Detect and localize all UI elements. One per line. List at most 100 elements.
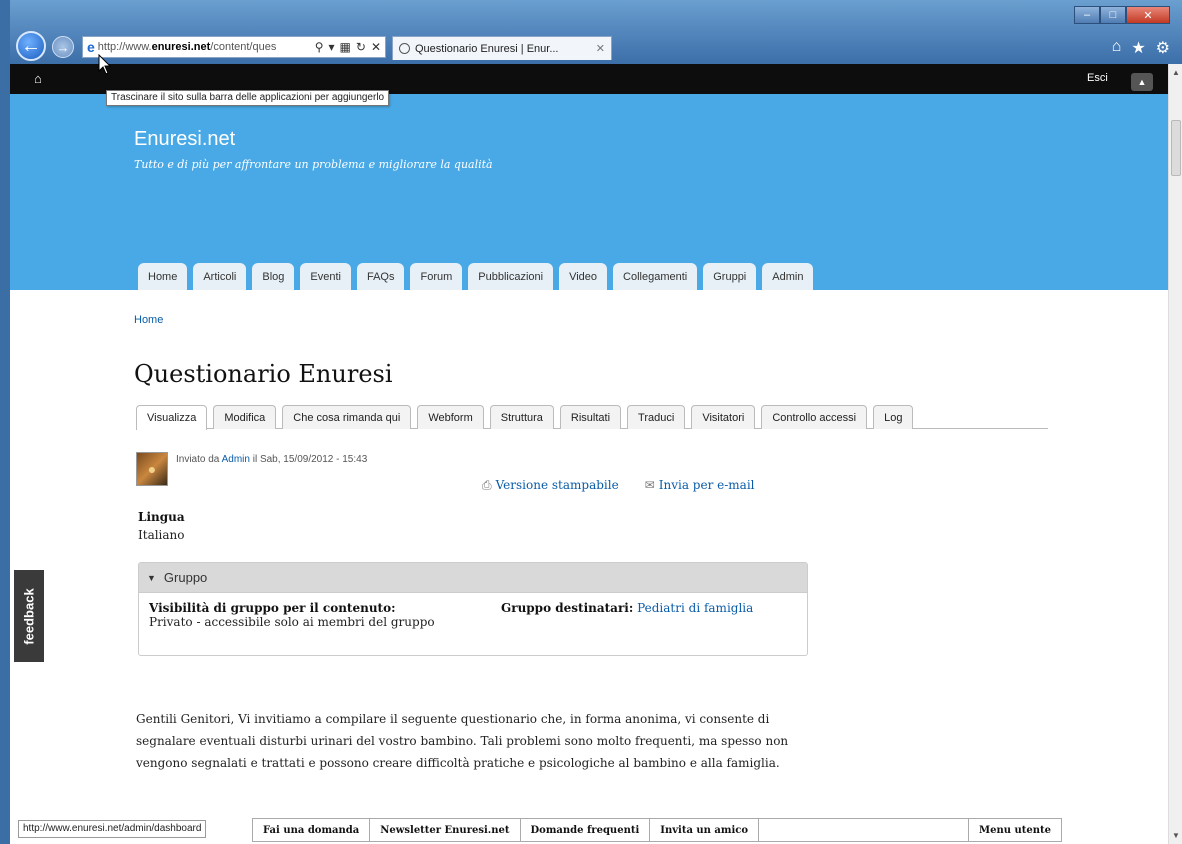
breadcrumb-home-link[interactable]: Home xyxy=(134,314,163,326)
menu-tab-articoli[interactable]: Articoli xyxy=(193,263,247,290)
submitted-prefix: Inviato da xyxy=(176,454,222,465)
site-name-link[interactable]: Enuresi.net xyxy=(134,128,235,151)
body-text: Gentili Genitori, Vi invitiamo a compila… xyxy=(136,712,789,770)
forward-arrow-icon: → xyxy=(56,39,70,55)
author-avatar[interactable]: ● xyxy=(136,452,168,486)
close-window-button[interactable]: ✕ xyxy=(1126,6,1170,24)
scroll-down-icon[interactable]: ▼ xyxy=(1172,831,1180,840)
envelope-icon: ✉ xyxy=(644,478,655,492)
forward-button[interactable]: → xyxy=(52,36,74,58)
site-slogan: Tutto e di più per affrontare un problem… xyxy=(134,158,493,171)
cat-face-icon: ● xyxy=(147,461,157,477)
address-rest: /content/ques xyxy=(210,41,277,53)
bottom-toolbar: Fai una domanda Newsletter Enuresi.net D… xyxy=(252,818,1062,842)
tab-controllo-accessi[interactable]: Controllo accessi xyxy=(761,405,868,429)
search-icon[interactable]: ⚲ xyxy=(315,40,324,54)
menu-tab-pubblicazioni[interactable]: Pubblicazioni xyxy=(468,263,554,290)
mouse-cursor-icon xyxy=(98,54,112,75)
invite-friend-link[interactable]: Invita un amico xyxy=(650,819,760,841)
pin-site-tooltip: Trascinare il sito sulla barra delle app… xyxy=(106,90,390,106)
user-menu-link[interactable]: Menu utente xyxy=(968,819,1061,841)
group-visibility-label: Visibilità di gruppo per il contenuto: xyxy=(149,601,396,615)
tab-webform[interactable]: Webform xyxy=(417,405,484,429)
address-host: enuresi.net xyxy=(151,41,211,53)
stop-icon[interactable]: ✕ xyxy=(371,40,381,54)
group-fieldset: ▼ Gruppo Visibilità di gruppo per il con… xyxy=(138,562,808,656)
address-bar[interactable]: e http://www. enuresi.net/content/ques ⚲ … xyxy=(82,36,386,58)
back-button[interactable]: ← xyxy=(16,31,46,61)
browser-toolbar-icons: ⌂ ★ ⚙ xyxy=(1112,38,1170,58)
bottom-bar-spacer xyxy=(759,819,968,841)
menu-tab-admin[interactable]: Admin xyxy=(762,263,814,290)
group-fieldset-toggle[interactable]: ▼ Gruppo xyxy=(139,563,807,593)
toolbar-toggle-button[interactable]: ▲ xyxy=(1131,73,1153,91)
main-menu: Home Articoli Blog Eventi FAQs Forum Pub… xyxy=(138,263,814,290)
printer-friendly-link[interactable]: ⎙ Versione stampabile xyxy=(482,478,619,493)
settings-gear-icon[interactable]: ⚙ xyxy=(1156,38,1170,58)
group-audience-link[interactable]: Pediatri di famiglia xyxy=(637,601,753,615)
menu-tab-home[interactable]: Home xyxy=(138,263,188,290)
tab-che-cosa-rimanda-qui[interactable]: Che cosa rimanda qui xyxy=(282,405,412,429)
tab-title: Questionario Enuresi | Enur... xyxy=(415,42,559,55)
node-local-tabs: Visualizza Modifica Che cosa rimanda qui… xyxy=(136,405,1048,430)
browser-tab-active[interactable]: Questionario Enuresi | Enur... ✕ xyxy=(392,36,612,60)
language-label: Lingua xyxy=(138,510,185,524)
loading-spinner-icon xyxy=(399,43,410,54)
feedback-tab[interactable]: feedback xyxy=(14,570,44,662)
tab-struttura[interactable]: Struttura xyxy=(489,405,554,429)
window-left-edge xyxy=(0,0,10,844)
minimize-button[interactable]: – xyxy=(1074,6,1100,24)
tab-log[interactable]: Log xyxy=(873,405,914,429)
print-links: ⎙ Versione stampabile ✉ Invia per e-mail xyxy=(482,478,755,493)
status-bar-url: http://www.enuresi.net/admin/dashboard xyxy=(18,820,207,838)
scrollbar-thumb[interactable] xyxy=(1171,120,1181,176)
dropdown-arrow-icon[interactable]: ▾ xyxy=(329,40,335,54)
back-arrow-icon: ← xyxy=(21,34,41,57)
printer-friendly-label: Versione stampabile xyxy=(495,478,619,492)
scroll-up-icon[interactable]: ▲ xyxy=(1172,68,1180,77)
menu-tab-gruppi[interactable]: Gruppi xyxy=(703,263,757,290)
ie-logo-icon: e xyxy=(87,39,95,55)
menu-tab-forum[interactable]: Forum xyxy=(410,263,463,290)
tab-traduci[interactable]: Traduci xyxy=(627,405,686,429)
menu-tab-eventi[interactable]: Eventi xyxy=(300,263,351,290)
send-email-link[interactable]: ✉ Invia per e-mail xyxy=(645,478,755,493)
tab-risultati[interactable]: Risultati xyxy=(559,405,622,429)
admin-home-icon[interactable]: ⌂ xyxy=(34,71,42,86)
maximize-button[interactable]: □ xyxy=(1100,6,1126,24)
tab-modifica[interactable]: Modifica xyxy=(213,405,277,429)
page-scrollbar[interactable]: ▲ ▼ xyxy=(1168,64,1182,844)
group-legend: Gruppo xyxy=(163,570,208,585)
menu-tab-video[interactable]: Video xyxy=(559,263,608,290)
address-prefix: http://www. xyxy=(97,41,152,53)
submitted-info: Inviato da Admin il Sab, 15/09/2012 - 15… xyxy=(176,454,367,465)
author-link[interactable]: Admin xyxy=(222,454,250,465)
tab-visitatori[interactable]: Visitatori xyxy=(691,405,756,429)
page-title: Questionario Enuresi xyxy=(134,360,393,388)
group-visibility: Visibilità di gruppo per il contenuto: P… xyxy=(149,601,435,629)
menu-tab-faqs[interactable]: FAQs xyxy=(356,263,405,290)
group-audience-label: Gruppo destinatari: xyxy=(501,601,634,615)
page-viewport: Enuresi.net Tutto e di più per affrontar… xyxy=(10,94,1168,844)
tab-visualizza[interactable]: Visualizza xyxy=(136,405,208,430)
send-email-label: Invia per e-mail xyxy=(658,478,755,492)
group-audience: Gruppo destinatari: Pediatri di famiglia xyxy=(501,601,753,615)
site-header: Enuresi.net Tutto e di più per affrontar… xyxy=(10,94,1168,290)
newsletter-link[interactable]: Newsletter Enuresi.net xyxy=(370,819,521,841)
menu-tab-blog[interactable]: Blog xyxy=(252,263,295,290)
favorites-star-icon[interactable]: ★ xyxy=(1131,38,1145,58)
submitted-date: il Sab, 15/09/2012 - 15:43 xyxy=(249,454,368,465)
compat-view-icon[interactable]: ▦ xyxy=(340,40,351,54)
refresh-icon[interactable]: ↻ xyxy=(356,40,366,54)
collapse-triangle-icon: ▼ xyxy=(147,572,156,583)
logout-link[interactable]: Esci xyxy=(1087,72,1108,84)
window-controls: – □ ✕ xyxy=(1074,6,1170,24)
group-visibility-value: Privato - accessibile solo ai membri del… xyxy=(149,615,435,629)
language-value: Italiano xyxy=(138,528,185,542)
ask-question-link[interactable]: Fai una domanda xyxy=(253,819,371,841)
feedback-label: feedback xyxy=(21,587,37,645)
faq-link[interactable]: Domande frequenti xyxy=(521,819,651,841)
tab-close-icon[interactable]: ✕ xyxy=(596,42,605,55)
menu-tab-collegamenti[interactable]: Collegamenti xyxy=(613,263,698,290)
home-icon[interactable]: ⌂ xyxy=(1112,38,1122,58)
